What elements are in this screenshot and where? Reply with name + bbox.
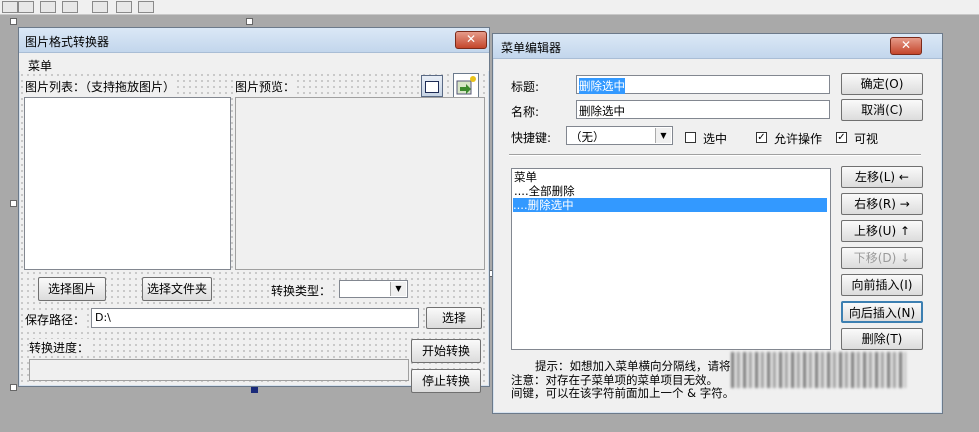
name-value: 删除选中 <box>579 104 625 118</box>
dialog-title: 菜单编辑器 <box>501 41 562 55</box>
name-label: 名称: <box>511 105 540 119</box>
import-control-icon[interactable] <box>453 73 479 99</box>
checked-checkbox[interactable] <box>685 132 696 143</box>
form-menu-bar: 菜单 <box>19 53 489 73</box>
image-list[interactable] <box>24 97 231 270</box>
start-convert-button[interactable]: 开始转换 <box>411 339 481 363</box>
resize-handle[interactable] <box>10 200 17 207</box>
menu-editor-dialog: 菜单编辑器 ✕ 标题: 删除选中 名称: 删除选中 快捷键: （无） ▼ 选中 … <box>492 33 943 414</box>
select-image-button[interactable]: 选择图片 <box>38 277 106 301</box>
delete-button[interactable]: 删除(T) <box>841 328 923 350</box>
progress-label: 转换进度： <box>29 339 90 356</box>
close-icon[interactable]: ✕ <box>890 37 922 55</box>
insert-after-button[interactable]: 向后插入(N) <box>841 301 923 323</box>
name-input[interactable]: 删除选中 <box>576 100 830 119</box>
caption-input[interactable]: 删除选中 <box>576 75 830 94</box>
align-left-icon[interactable] <box>2 1 18 13</box>
move-up-button[interactable]: 上移(U) ↑ <box>841 220 923 242</box>
space-vertical-icon[interactable] <box>62 1 78 13</box>
caption-value: 删除选中 <box>579 78 625 94</box>
save-path-value: D:\ <box>95 311 111 324</box>
select-path-button[interactable]: 选择 <box>426 307 482 329</box>
visible-checkbox[interactable]: ✓ <box>836 132 847 143</box>
list-item[interactable]: ....全部删除 <box>514 184 828 198</box>
same-size-icon[interactable] <box>138 1 154 13</box>
convert-type-select[interactable]: ▼ <box>339 280 408 298</box>
list-item-selected[interactable]: ....删除选中 <box>513 198 827 212</box>
save-path-input[interactable]: D:\ <box>91 308 419 328</box>
move-right-button[interactable]: 右移(R) → <box>841 193 923 215</box>
stop-convert-button[interactable]: 停止转换 <box>411 369 481 393</box>
watermark <box>731 352 906 388</box>
align-center-icon[interactable] <box>18 1 34 13</box>
enabled-checkbox[interactable]: ✓ <box>756 132 767 143</box>
resize-handle[interactable] <box>251 386 258 393</box>
designer-form-window: 图片格式转换器 ✕ 菜单 图片列表：（支持拖放图片） 图片预览： 选择图片 选择… <box>18 27 490 393</box>
move-left-button[interactable]: 左移(L) ← <box>841 166 923 188</box>
save-path-label: 保存路径： <box>25 311 86 328</box>
menu-items-list[interactable]: 菜单 ....全部删除 ....删除选中 <box>511 168 831 350</box>
image-preview-label: 图片预览： <box>235 78 296 95</box>
checked-label: 选中 <box>703 132 728 146</box>
space-horizontal-icon[interactable] <box>40 1 56 13</box>
resize-handle[interactable] <box>246 18 253 25</box>
image-preview-panel <box>235 97 485 270</box>
enabled-label: 允许操作 <box>774 132 823 146</box>
calendar-control-icon[interactable] <box>421 75 443 97</box>
shortcut-label: 快捷键: <box>511 131 552 145</box>
form-title: 图片格式转换器 <box>25 35 110 49</box>
dialog-title-bar: 菜单编辑器 ✕ <box>493 34 942 59</box>
chevron-down-icon[interactable]: ▼ <box>655 128 671 143</box>
form-title-bar: 图片格式转换器 ✕ <box>19 28 489 53</box>
chevron-down-icon[interactable]: ▼ <box>390 282 406 296</box>
visible-label: 可视 <box>854 132 879 146</box>
same-height-icon[interactable] <box>116 1 132 13</box>
resize-handle[interactable] <box>10 384 17 391</box>
separator <box>509 154 921 156</box>
close-icon[interactable]: ✕ <box>455 31 487 49</box>
caption-label: 标题: <box>511 80 540 94</box>
select-folder-button[interactable]: 选择文件夹 <box>142 277 212 301</box>
designer-toolbar <box>0 0 979 15</box>
resize-handle[interactable] <box>10 18 17 25</box>
list-item[interactable]: 菜单 <box>514 170 828 184</box>
shortcut-select[interactable]: （无） ▼ <box>566 126 673 145</box>
insert-before-button[interactable]: 向前插入(I) <box>841 274 923 296</box>
ok-button[interactable]: 确定(O) <box>841 73 923 95</box>
same-width-icon[interactable] <box>92 1 108 13</box>
progress-bar <box>29 359 409 381</box>
image-list-label: 图片列表：（支持拖放图片） <box>25 78 176 95</box>
cancel-button[interactable]: 取消(C) <box>841 99 923 121</box>
move-down-button[interactable]: 下移(D) ↓ <box>841 247 923 269</box>
hint-line-3: 间键，可以在该字符前面加上一个 & 字符。 <box>511 386 735 400</box>
shortcut-value: （无） <box>570 130 605 144</box>
convert-type-label: 转换类型： <box>271 282 332 299</box>
